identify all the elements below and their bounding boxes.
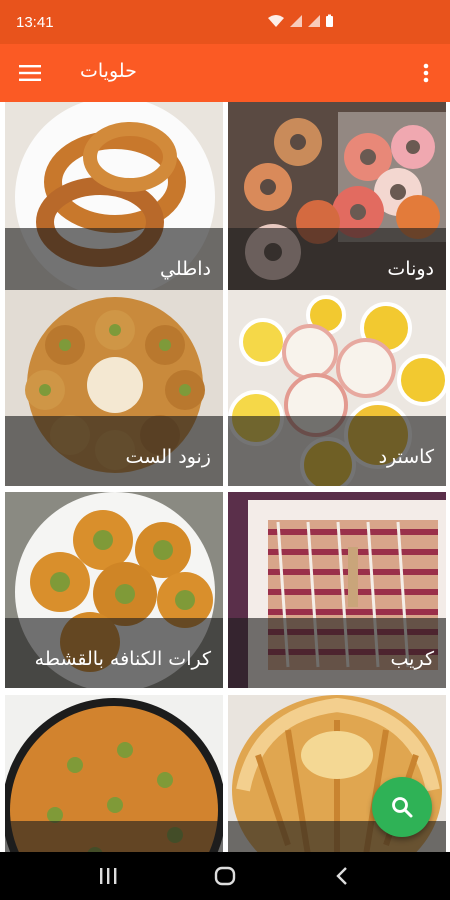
recipe-card[interactable]: زنود الست [5,290,223,486]
recipe-name: كاسترد [378,446,434,468]
back-button[interactable] [322,862,362,890]
recipe-name: دونات [387,258,434,280]
signal-icon-2 [308,15,320,27]
recipe-name: زنود الست [125,446,211,468]
recipe-caption: كريب [228,618,446,688]
status-icons [267,14,334,28]
status-time: 13:41 [16,14,54,31]
recipe-name: كريب [390,648,434,670]
search-icon [392,797,413,818]
recipe-caption [5,821,223,852]
recipe-grid: دونات داطلي كاسترد زنود الست كريب كرات ا… [0,102,450,852]
app-bar: حلويات [0,44,450,102]
hamburger-icon [19,65,41,81]
recipe-card[interactable]: كاسترد [228,290,446,486]
recipe-name: كرات الكنافه بالقشطه [34,648,211,670]
more-options-button[interactable] [412,58,440,88]
recipe-card[interactable] [5,695,223,852]
recipe-caption: كاسترد [228,416,446,486]
recent-apps-button[interactable] [88,862,128,890]
home-button[interactable] [205,862,245,890]
recent-apps-icon [100,868,117,884]
page-title: حلويات [80,60,137,82]
recipe-card[interactable]: كريب [228,492,446,688]
status-bar: 13:41 [0,0,450,44]
recipe-caption: كرات الكنافه بالقشطه [5,618,223,688]
more-vertical-icon [423,63,429,83]
home-icon [214,866,236,886]
recipe-card[interactable]: داطلي [5,102,223,298]
recipe-name: داطلي [160,258,211,280]
recipe-caption: دونات [228,228,446,298]
menu-button[interactable] [14,58,46,88]
search-button[interactable] [372,777,432,837]
recipe-card[interactable]: دونات [228,102,446,298]
battery-icon [326,14,333,27]
recipe-caption: داطلي [5,228,223,298]
system-nav-bar [0,852,450,900]
signal-icon [290,15,302,27]
recipe-card[interactable]: كرات الكنافه بالقشطه [5,492,223,688]
back-icon [336,867,347,885]
recipe-caption: زنود الست [5,416,223,486]
wifi-icon [268,15,284,27]
